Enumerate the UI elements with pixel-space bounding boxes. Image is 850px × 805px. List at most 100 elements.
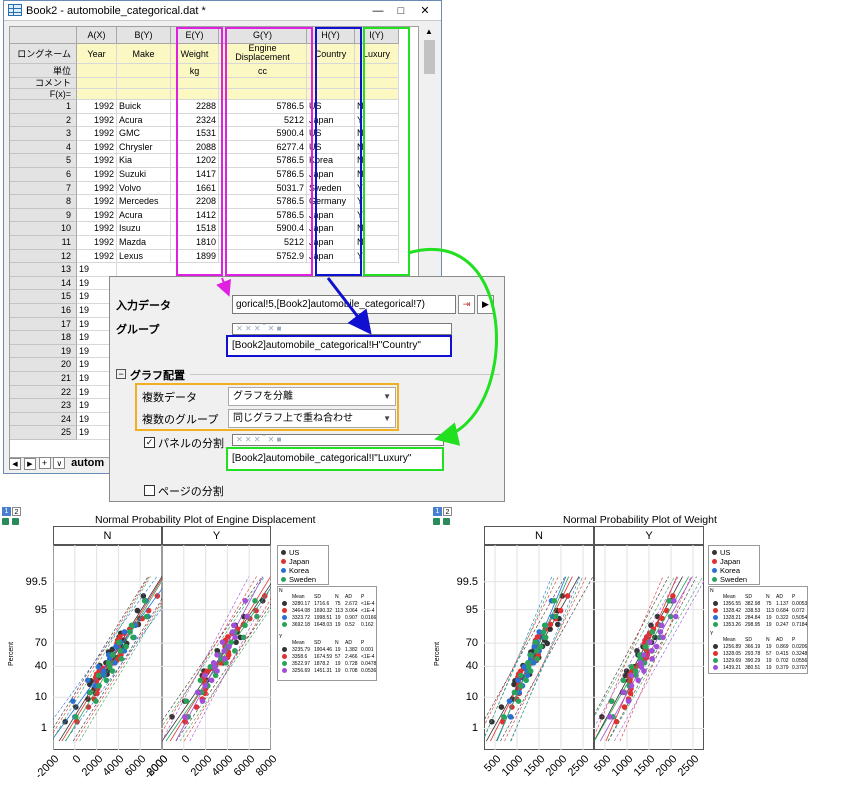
data-cell[interactable]: Mazda [117,236,171,250]
meta-cell[interactable] [219,78,307,89]
data-cell[interactable]: US [307,100,355,114]
row-number[interactable]: 7 [10,181,77,196]
data-cell[interactable]: Acura [117,208,171,223]
data-cell[interactable]: Y [355,208,399,223]
row-number[interactable]: 1 [10,100,77,114]
panel-split-field[interactable]: [Book2]automobile_categorical!I"Luxury" [226,447,444,471]
data-cell[interactable]: 2088 [171,140,219,155]
menu-arrow-icon[interactable]: ▶ [477,295,494,314]
data-cell[interactable]: Sweden [307,181,355,196]
meta-cell[interactable] [307,89,355,100]
longname-cell[interactable]: Luxury [355,44,399,64]
data-cell[interactable]: Y [355,181,399,196]
meta-cell[interactable] [77,78,117,89]
data-cell[interactable]: 1992 [77,249,117,264]
column-header[interactable]: A(X) [77,27,117,44]
data-cell[interactable]: 1992 [77,140,117,155]
meta-cell[interactable] [355,89,399,100]
meta-cell[interactable] [219,89,307,100]
data-cell[interactable]: 5900.4 [219,222,307,236]
data-cell[interactable]: Japan [307,113,355,128]
unit-cell[interactable]: kg [171,64,219,78]
data-cell[interactable]: Kia [117,154,171,168]
row-number[interactable]: 25 [10,426,77,440]
data-cell[interactable]: 1810 [171,236,219,250]
data-cell[interactable]: 1531 [171,127,219,141]
scroll-up-icon[interactable]: ▲ [425,27,433,36]
page-tab-badge[interactable]: 2 [12,507,21,516]
data-cell[interactable]: 1661 [171,181,219,196]
data-cell[interactable]: US [307,140,355,155]
add-sheet-icon[interactable]: + [38,457,51,469]
close-button[interactable]: ✕ [414,3,436,19]
data-cell[interactable]: 5031.7 [219,181,307,196]
page-tab-badge[interactable]: 2 [443,507,452,516]
data-cell[interactable]: 5786.5 [219,154,307,168]
multi-group-select[interactable]: 同じグラフ上で重ね合わせ ▼ [228,409,396,428]
data-cell[interactable]: 5786.5 [219,195,307,209]
data-cell[interactable]: 1518 [171,222,219,236]
unit-cell[interactable] [355,64,399,78]
input-data-field[interactable]: gorical!5,[Book2]automobile_categorical!… [232,295,456,314]
meta-cell[interactable] [117,78,171,89]
column-header[interactable]: H(Y) [307,27,355,44]
column-header[interactable]: E(Y) [171,27,219,44]
collapse-icon[interactable]: − [116,369,126,379]
data-cell[interactable]: Suzuki [117,168,171,182]
data-cell[interactable]: 1992 [77,168,117,182]
meta-cell[interactable] [171,89,219,100]
unit-cell[interactable] [307,64,355,78]
data-cell[interactable]: GMC [117,127,171,141]
column-header[interactable]: B(Y) [117,27,171,44]
meta-cell[interactable] [171,78,219,89]
data-cell[interactable]: Y [355,113,399,128]
row-number[interactable]: 14 [10,276,77,291]
data-cell[interactable]: Isuzu [117,222,171,236]
column-header[interactable]: I(Y) [355,27,399,44]
row-number[interactable]: 10 [10,222,77,236]
row-number[interactable]: 16 [10,304,77,318]
data-cell[interactable]: 1992 [77,195,117,209]
row-number[interactable]: 6 [10,168,77,182]
corner-cell[interactable] [10,27,77,44]
tab-prev-icon[interactable]: ◀ [9,458,21,470]
data-cell[interactable]: Y [355,249,399,264]
meta-cell[interactable] [117,89,171,100]
unit-cell[interactable] [117,64,171,78]
data-cell[interactable]: N [355,222,399,236]
data-cell[interactable]: 1992 [77,222,117,236]
data-cell[interactable]: 5786.5 [219,168,307,182]
data-cell[interactable]: 2288 [171,100,219,114]
data-cell[interactable]: N [355,168,399,182]
maximize-button[interactable]: □ [390,3,412,19]
row-number[interactable]: 5 [10,154,77,168]
data-cell[interactable]: 5752.9 [219,249,307,264]
data-cell[interactable]: Japan [307,208,355,223]
meta-cell[interactable] [77,89,117,100]
data-cell[interactable]: Lexus [117,249,171,264]
data-cell[interactable]: 5212 [219,236,307,250]
unit-cell[interactable]: cc [219,64,307,78]
row-number[interactable]: 3 [10,127,77,141]
data-cell[interactable]: Japan [307,168,355,182]
minimize-button[interactable]: — [367,3,389,19]
row-number[interactable]: 12 [10,249,77,264]
data-cell[interactable]: US [307,127,355,141]
data-cell[interactable]: 1417 [171,168,219,182]
data-cell[interactable]: 5900.4 [219,127,307,141]
row-number[interactable]: 9 [10,208,77,223]
longname-cell[interactable]: Engine Displacement [219,44,307,64]
meta-cell[interactable] [355,78,399,89]
scrollbar-thumb[interactable] [424,40,435,74]
data-cell[interactable]: 1992 [77,236,117,250]
row-number[interactable]: 4 [10,140,77,155]
data-cell[interactable]: Japan [307,249,355,264]
row-number[interactable]: 22 [10,385,77,400]
data-cell[interactable]: N [355,127,399,141]
data-cell[interactable]: 6277.4 [219,140,307,155]
row-number[interactable]: 11 [10,236,77,250]
column-header[interactable]: G(Y) [219,27,307,44]
longname-cell[interactable]: Weight [171,44,219,64]
row-number[interactable]: 8 [10,195,77,209]
data-cell[interactable]: Japan [307,236,355,250]
